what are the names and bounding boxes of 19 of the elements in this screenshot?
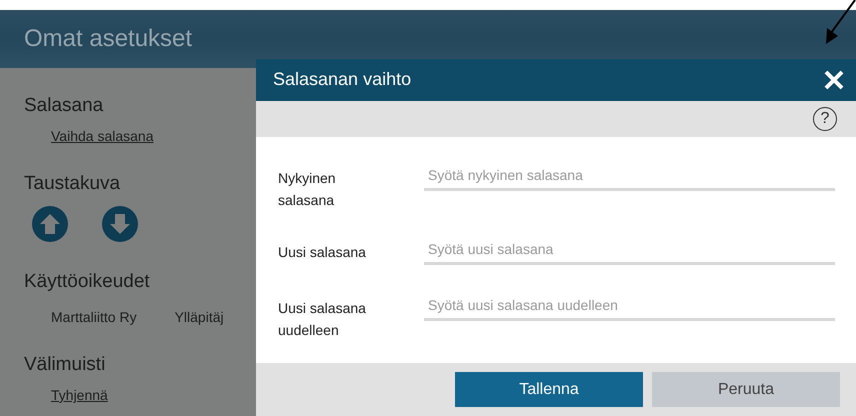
section-heading: Taustakuva [24, 172, 120, 196]
section-heading: Käyttöoikeudet [24, 270, 150, 294]
arrow-up-icon[interactable] [32, 206, 68, 242]
field-label: Uusi salasana [278, 243, 367, 262]
save-button[interactable]: Tallenna [455, 372, 643, 408]
permission-text: Ylläpitäj [174, 309, 224, 325]
section-heading: Salasana [24, 94, 104, 118]
link[interactable]: Tyhjennä [51, 387, 108, 403]
section-heading: Välimuisti [24, 353, 106, 377]
field-label: Uusi salasana uudelleen [278, 299, 367, 340]
permission-text: Marttaliitto Ry [51, 309, 137, 325]
link[interactable]: Vaihda salasana [51, 128, 154, 144]
dialog-title: Salasanan vaihto [273, 69, 412, 90]
close-icon[interactable] [824, 70, 844, 90]
arrow-down-icon[interactable] [102, 206, 138, 242]
page-title: Omat asetukset [24, 25, 192, 53]
help-button[interactable]: ? [813, 106, 837, 131]
cancel-button[interactable]: Peruuta [652, 372, 840, 408]
field-label: Nykyinen salasana [278, 169, 337, 210]
